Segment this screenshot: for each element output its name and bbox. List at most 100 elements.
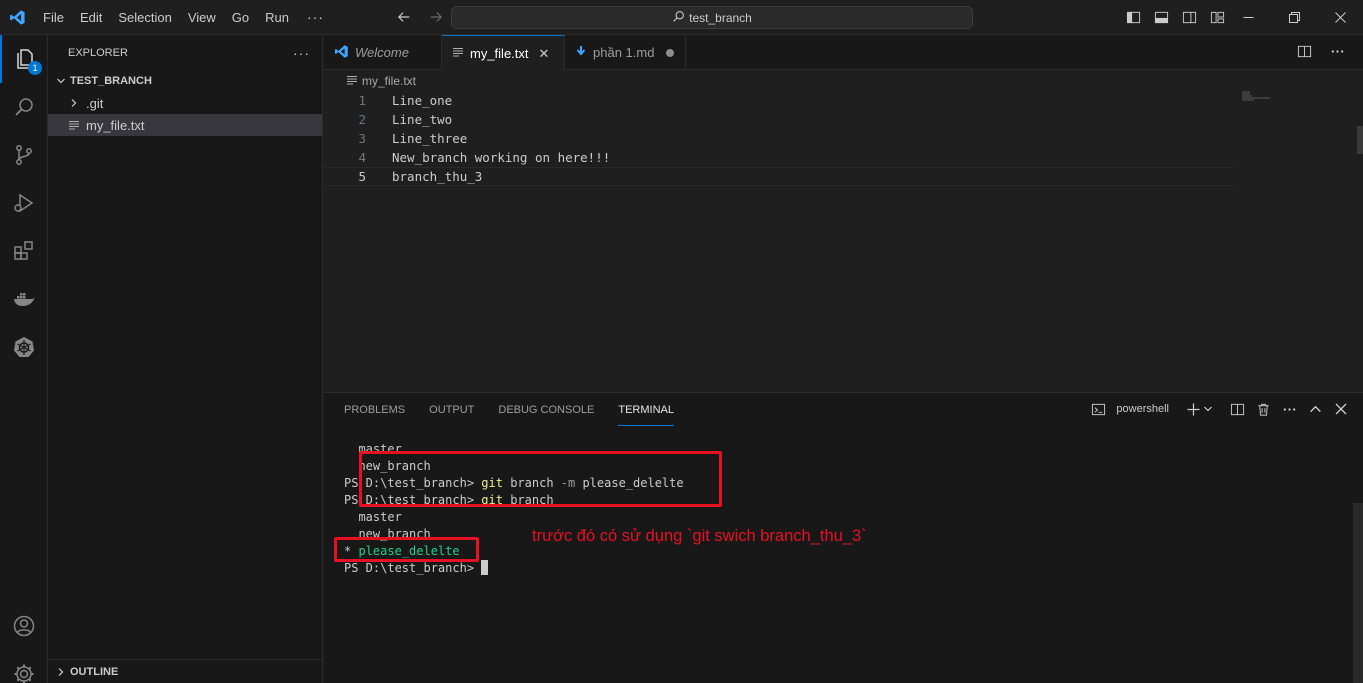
code-line: 3 Line_three — [324, 129, 1363, 148]
text-file-icon — [346, 74, 358, 89]
highlight-box-current-branch — [334, 537, 479, 562]
text-file-icon — [452, 46, 464, 61]
menu-go[interactable]: Go — [224, 0, 257, 35]
line-text: Line_one — [392, 93, 453, 108]
editor-area[interactable]: my_file.txt 1 Line_one 2 Line_two 3 Line… — [324, 71, 1363, 392]
workspace-folder-header[interactable]: TEST_BRANCH — [48, 70, 322, 92]
customize-layout-icon[interactable] — [1208, 8, 1226, 26]
close-tab-icon[interactable]: ✕ — [539, 46, 550, 62]
line-number: 5 — [358, 169, 366, 184]
menu-selection[interactable]: Selection — [110, 0, 179, 35]
search-activity-icon[interactable] — [0, 83, 48, 131]
tree-item-git-folder[interactable]: .git — [48, 92, 322, 114]
layout-controls — [1124, 8, 1226, 26]
close-panel-icon[interactable] — [1333, 401, 1349, 417]
menu-view[interactable]: View — [180, 0, 224, 35]
accounts-icon[interactable] — [0, 602, 48, 650]
breadcrumb-file[interactable]: my_file.txt — [362, 74, 416, 88]
tab-welcome[interactable]: Welcome — [324, 35, 442, 70]
explorer-icon[interactable]: 1 — [0, 35, 48, 83]
menu-file[interactable]: File — [35, 0, 72, 35]
line-text: branch_thu_3 — [392, 169, 483, 184]
code-line: 1 Line_one — [324, 91, 1363, 110]
outline-section-header[interactable]: OUTLINE — [48, 659, 323, 683]
panel-tabs: PROBLEMS OUTPUT DEBUG CONSOLE TERMINAL — [344, 393, 674, 428]
unsaved-dot-icon[interactable] — [666, 48, 675, 57]
chevron-down-icon — [54, 76, 68, 86]
tab-terminal[interactable]: TERMINAL — [618, 393, 674, 426]
back-arrow-icon[interactable] — [395, 8, 413, 26]
toggle-primary-sidebar-icon[interactable] — [1124, 8, 1142, 26]
vscode-logo-icon — [334, 44, 349, 62]
trash-icon[interactable] — [1255, 401, 1271, 417]
source-control-icon[interactable] — [0, 131, 48, 179]
tree-item-my-file[interactable]: my_file.txt — [48, 114, 322, 136]
chevron-down-icon[interactable] — [1203, 401, 1213, 417]
markdown-file-icon — [575, 45, 587, 60]
menu-edit[interactable]: Edit — [72, 0, 110, 35]
tab-debug-console[interactable]: DEBUG CONSOLE — [498, 393, 594, 428]
toggle-panel-icon[interactable] — [1152, 8, 1170, 26]
more-actions-icon[interactable] — [1330, 44, 1345, 62]
command-center-label: test_branch — [689, 10, 752, 25]
minimize-icon[interactable] — [1225, 0, 1271, 35]
panel-actions: powershell — [1090, 401, 1349, 417]
restore-icon[interactable] — [1271, 0, 1317, 35]
annotation-note: trước đó có sử dụng `git swich branch_th… — [532, 527, 867, 545]
explorer-header: EXPLORER ··· — [48, 35, 322, 70]
docker-icon[interactable] — [0, 275, 48, 323]
breadcrumb: my_file.txt — [324, 71, 1363, 91]
manage-gear-icon[interactable] — [0, 650, 48, 683]
more-actions-icon[interactable] — [1281, 401, 1297, 417]
menu-run[interactable]: Run — [257, 0, 297, 35]
terminal-shell-name[interactable]: powershell — [1116, 403, 1169, 415]
editor-actions — [1297, 44, 1345, 62]
split-terminal-icon[interactable] — [1229, 401, 1245, 417]
title-bar: File Edit Selection View Go Run ··· test… — [0, 0, 1363, 35]
terminal-scrollbar[interactable] — [1353, 503, 1363, 683]
explorer-sidebar: EXPLORER ··· TEST_BRANCH .git my_file.tx… — [48, 35, 323, 683]
extensions-icon[interactable] — [0, 227, 48, 275]
terminal-line: PS D:\test_branch> — [344, 560, 684, 577]
run-debug-icon[interactable] — [0, 179, 48, 227]
close-window-icon[interactable] — [1317, 0, 1363, 35]
toggle-secondary-sidebar-icon[interactable] — [1180, 8, 1198, 26]
vscode-logo-icon — [0, 0, 35, 35]
command-center-search[interactable]: test_branch — [451, 6, 973, 29]
terminal-cursor — [481, 560, 489, 575]
navigation-arrows — [395, 8, 445, 26]
explorer-badge: 1 — [28, 61, 42, 75]
explorer-more-actions-button[interactable]: ··· — [293, 45, 310, 61]
tab-output[interactable]: OUTPUT — [429, 393, 474, 428]
tab-problems[interactable]: PROBLEMS — [344, 393, 405, 428]
activity-bar: 1 — [0, 35, 48, 683]
tab-label: phần 1.md — [593, 45, 655, 60]
chevron-right-icon — [54, 667, 68, 677]
tab-label: my_file.txt — [470, 46, 529, 61]
line-number: 2 — [358, 112, 366, 127]
minimap[interactable] — [1242, 91, 1274, 103]
kubernetes-icon[interactable] — [0, 323, 48, 371]
new-terminal-plus-icon[interactable] — [1185, 401, 1201, 417]
line-text: New_branch working on here!!! — [392, 150, 611, 165]
editor-scrollbar[interactable] — [1357, 126, 1363, 154]
code-line: 2 Line_two — [324, 110, 1363, 129]
terminal-line: master — [344, 510, 402, 524]
split-editor-icon[interactable] — [1297, 44, 1312, 62]
line-number: 4 — [358, 150, 366, 165]
menu-bar: File Edit Selection View Go Run ··· — [35, 0, 334, 35]
outline-label: OUTLINE — [70, 665, 119, 678]
text-file-icon — [66, 119, 82, 131]
workspace-folder-label: TEST_BRANCH — [70, 75, 152, 87]
code-line: 4 New_branch working on here!!! — [324, 148, 1363, 167]
tab-phan-1-md[interactable]: phần 1.md — [565, 35, 686, 70]
tree-item-label: my_file.txt — [86, 117, 145, 133]
tab-my-file[interactable]: my_file.txt ✕ — [442, 35, 565, 71]
search-icon — [672, 10, 685, 26]
code-lines[interactable]: 1 Line_one 2 Line_two 3 Line_three 4 New… — [324, 91, 1363, 186]
forward-arrow-icon[interactable] — [427, 8, 445, 26]
menu-more-button[interactable]: ··· — [297, 0, 334, 35]
terminal-shell-icon — [1090, 401, 1106, 417]
maximize-panel-chevron-up-icon[interactable] — [1307, 401, 1323, 417]
line-text: Line_two — [392, 112, 453, 127]
